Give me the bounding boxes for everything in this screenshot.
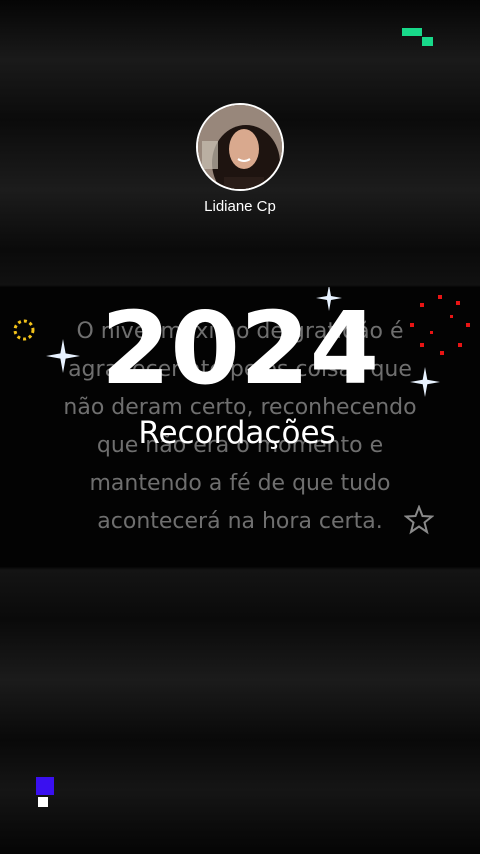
story-screen[interactable]: Lidiane Cp O nível máximo de gratidão é … bbox=[0, 0, 480, 854]
pixel-mark-icon bbox=[36, 777, 54, 807]
quote-line: mantendo a fé de que tudo bbox=[89, 471, 391, 496]
firework-yellow-icon bbox=[13, 319, 35, 341]
sparkle-icon bbox=[316, 287, 342, 311]
video-frame[interactable]: O nível máximo de gratidão é agradecer a… bbox=[0, 287, 480, 567]
profile-avatar[interactable] bbox=[196, 103, 284, 191]
sparkle-icon bbox=[46, 339, 80, 373]
pixel-logo-icon bbox=[402, 28, 433, 46]
avatar-photo bbox=[198, 105, 282, 189]
star-icon bbox=[404, 505, 434, 535]
profile-username[interactable]: Lidiane Cp bbox=[140, 197, 340, 217]
sparkle-icon bbox=[410, 367, 440, 397]
subtitle-text: Recordações bbox=[138, 415, 336, 451]
firework-red-icon bbox=[410, 295, 470, 355]
